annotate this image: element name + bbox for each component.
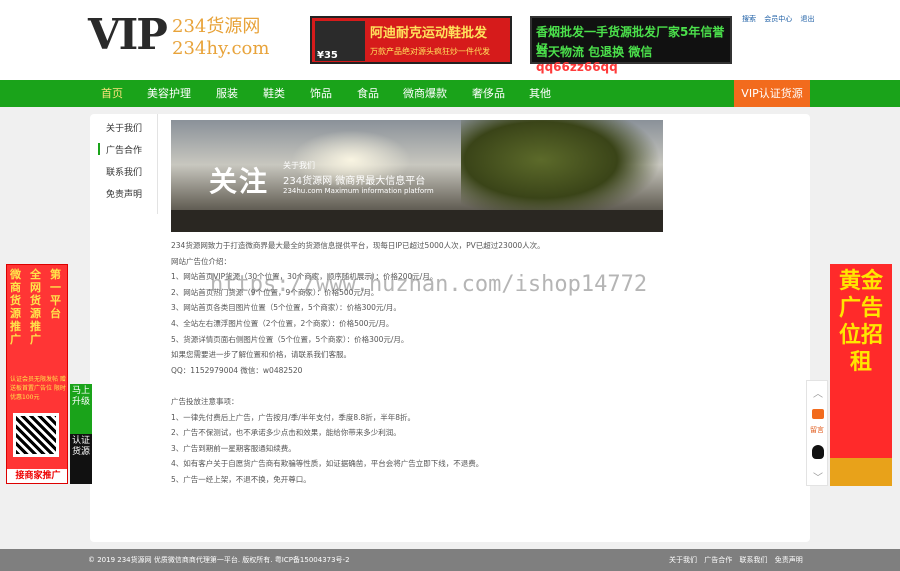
hero-ground bbox=[171, 210, 663, 232]
footer-link-about[interactable]: 关于我们 bbox=[669, 556, 697, 564]
left-ad-col-1: 微商货源推广 bbox=[10, 268, 21, 346]
content-line: 234货源网致力于打造微商界最大最全的货源信息提供平台，现每日IP已超过5000… bbox=[171, 241, 545, 250]
logo-domain: 234hy.com bbox=[172, 38, 270, 59]
content-line: 如果您需要进一步了解位置和价格，请联系我们客服。 bbox=[171, 350, 351, 360]
left-upgrade-tab[interactable]: 马上升级 认证货源 bbox=[70, 384, 92, 484]
message-label[interactable]: 留言 bbox=[810, 425, 824, 435]
message-icon[interactable] bbox=[812, 409, 824, 419]
nav-beauty[interactable]: 美容护理 bbox=[147, 80, 191, 107]
sidebar-item-contact[interactable]: 联系我们 bbox=[106, 165, 142, 178]
left-ad-bottom-label: 接商家推广 bbox=[7, 469, 67, 483]
nav-home[interactable]: 首页 bbox=[101, 80, 123, 107]
left-float-ad[interactable]: 微商货源推广 全网货源推广 第一平台 认证会员无限发帖 赠送板首置广告位 限时优… bbox=[6, 264, 68, 484]
content-line: QQ：1152979004 微信：w0482520 bbox=[171, 365, 303, 375]
left-ad-columns: 微商货源推广 全网货源推广 第一平台 bbox=[10, 268, 66, 368]
left-ad-col-2: 全网货源推广 bbox=[30, 268, 41, 346]
footer-links: 关于我们 广告合作 联系我们 免责声明 bbox=[669, 549, 808, 571]
cigarette-ad-line2-text: 当天物流 包退换 微信 bbox=[536, 45, 653, 59]
site-header: VIP 234货源网 234hy.com ¥35 阿迪耐克运动鞋批发 万款产品绝… bbox=[0, 0, 900, 80]
top-link-search[interactable]: 搜索 bbox=[742, 15, 756, 23]
footer-link-contact[interactable]: 联系我们 bbox=[739, 556, 767, 564]
header-ad-sneakers[interactable]: ¥35 阿迪耐克运动鞋批发 万款产品绝对源头疯狂炒一件代发 bbox=[310, 16, 512, 64]
nav-shoes[interactable]: 鞋类 bbox=[263, 80, 285, 107]
left-ad-col-3: 第一平台 bbox=[50, 268, 61, 320]
header-ad-cigarettes[interactable]: 香烟批发一手货源批发厂家5年信誉好 当天物流 包退换 微信qq66zz66qq bbox=[530, 16, 732, 74]
sidebar-item-about[interactable]: 关于我们 bbox=[106, 121, 142, 134]
content-line: 2、广告不保测试，也不承诺多少点击和效果，能给你带来多少利润。 bbox=[171, 428, 401, 438]
site-footer: © 2019 234货源网 优质微信商商代理第一平台. 版权所有. 粤ICP备1… bbox=[0, 549, 900, 571]
content-line: 广告投放注意事项： bbox=[171, 396, 239, 406]
nav-other[interactable]: 其他 bbox=[529, 80, 551, 107]
right-float-ad[interactable]: 黄金广告位招租 bbox=[830, 264, 892, 486]
upgrade-tab-bottom: 认证货源 bbox=[71, 436, 90, 457]
content-line: 3、网站首页各类目图片位置（5个位置，5个商家）：价格300元/月。 bbox=[171, 303, 401, 313]
content-line: 4、如有客户关于自愿货广告商有欺骗等性质，如证据确凿，平台会将广告立即下线，不退… bbox=[171, 459, 484, 469]
footer-link-advertising[interactable]: 广告合作 bbox=[704, 556, 732, 564]
hero-banner: 关注 关于我们 234货源网 微商界最大信息平台 234hu.com Maxim… bbox=[171, 120, 663, 232]
content-line: 网站广告位介绍： bbox=[171, 256, 231, 266]
sneaker-ad-title: 阿迪耐克运动鞋批发 bbox=[370, 26, 488, 41]
nav-hot-items[interactable]: 微商爆款 bbox=[403, 80, 447, 107]
main-content-panel: 关于我们 广告合作 联系我们 免责声明 关注 关于我们 234货源网 微商界最大… bbox=[90, 114, 810, 542]
nav-vip-button[interactable]: VIP认证货源 bbox=[734, 80, 810, 107]
footer-copyright: © 2019 234货源网 优质微信商商代理第一平台. 版权所有. 粤ICP备1… bbox=[88, 556, 350, 564]
nav-clothing[interactable]: 服装 bbox=[216, 80, 238, 107]
right-ad-text: 黄金广告位招租 bbox=[838, 269, 883, 375]
right-ad-gold-image bbox=[830, 458, 892, 486]
watermark: https://www.huzhan.com/ishop14772 bbox=[210, 272, 648, 297]
left-ad-small-text: 认证会员无限发帖 赠送板首置广告位 限时优惠100元 bbox=[10, 376, 66, 401]
sidebar-active-indicator bbox=[98, 143, 100, 155]
footer-link-disclaimer[interactable]: 免责声明 bbox=[775, 556, 803, 564]
sneaker-ad-subtitle: 万款产品绝对源头疯狂炒一件代发 bbox=[370, 47, 490, 56]
content-line: 3、广告到期前一星期客服通知续费。 bbox=[171, 443, 296, 453]
logo-vip-text: VIP bbox=[88, 10, 168, 59]
qq-icon[interactable] bbox=[812, 445, 824, 459]
scroll-down-icon[interactable]: ﹀ bbox=[813, 469, 823, 484]
upgrade-tab-top: 马上升级 bbox=[70, 384, 92, 434]
content-line: 5、广告一经上架，不退不换，免开尊口。 bbox=[171, 474, 311, 484]
hero-caption-1: 关于我们 bbox=[283, 161, 315, 170]
sidebar-item-advertising[interactable]: 广告合作 bbox=[106, 143, 142, 156]
hero-caption-2: 234货源网 微商界最大信息平台 bbox=[283, 176, 426, 187]
cigarette-ad-line2: 当天物流 包退换 微信qq66zz66qq bbox=[536, 43, 730, 74]
hero-tree-image bbox=[461, 120, 661, 220]
about-sidebar: 关于我们 广告合作 联系我们 免责声明 bbox=[90, 114, 158, 214]
site-logo[interactable]: VIP 234货源网 234hy.com bbox=[88, 10, 288, 72]
content-line: 4、全站左右漂浮图片位置（2个位置，2个商家）：价格500元/月。 bbox=[171, 318, 394, 328]
hero-big-text: 关注 bbox=[209, 165, 270, 198]
logo-chinese-name: 234货源网 bbox=[172, 16, 261, 37]
sneaker-price: ¥35 bbox=[317, 50, 338, 61]
nav-accessories[interactable]: 饰品 bbox=[310, 80, 332, 107]
floating-toolbar: ︿ 留言 ﹀ bbox=[806, 380, 828, 486]
top-link-logout[interactable]: 退出 bbox=[800, 15, 814, 23]
cigarette-ad-wechat: qq66zz66qq bbox=[536, 60, 618, 74]
sidebar-item-disclaimer[interactable]: 免责声明 bbox=[106, 187, 142, 200]
nav-food[interactable]: 食品 bbox=[357, 80, 379, 107]
hero-caption-3: 234hu.com Maximum information platform bbox=[283, 187, 434, 195]
qr-code-icon bbox=[13, 413, 59, 457]
content-line: 5、货源详情页面右侧图片位置（5个位置，5个商家）：价格300元/月。 bbox=[171, 334, 409, 344]
content-line bbox=[171, 378, 771, 394]
scroll-up-icon[interactable]: ︿ bbox=[813, 385, 823, 400]
top-links: 搜索 会员中心 退出 bbox=[742, 14, 820, 24]
nav-luxury[interactable]: 奢侈品 bbox=[472, 80, 505, 107]
top-link-member-center[interactable]: 会员中心 bbox=[764, 15, 792, 23]
content-line: 1、一律先付费后上广告，广告按月/季/半年支付，季度8.8折，半年8折。 bbox=[171, 412, 416, 422]
